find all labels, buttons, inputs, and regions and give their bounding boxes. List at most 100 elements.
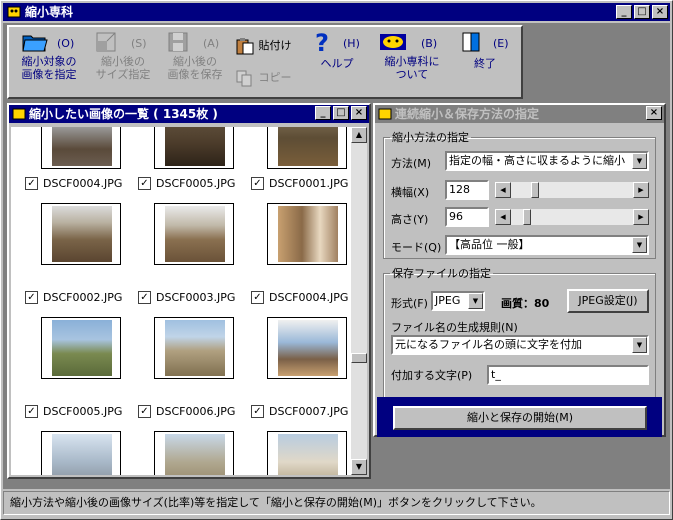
minimize-button[interactable]: _ <box>616 5 632 19</box>
save-label: 縮小後の 画像を保存 <box>167 55 223 81</box>
help-label: ヘルプ <box>320 57 354 70</box>
open-key: (O) <box>57 37 75 50</box>
settings-window: 連続縮小＆保存方法の指定 × 縮小方法の指定 方法(M) 指定の幅・高さに収まる… <box>373 103 666 437</box>
dropdown-arrow-icon[interactable]: ▼ <box>632 153 647 169</box>
dropdown-arrow-icon[interactable]: ▼ <box>632 337 647 353</box>
select-checkbox[interactable]: ✓ <box>251 405 264 418</box>
list-close-button[interactable]: × <box>351 106 367 120</box>
mode-select[interactable]: 【高品位 一般】 ▼ <box>445 235 649 255</box>
thumbnail-caption: DSCF0006.JPG <box>156 405 236 418</box>
about-button[interactable]: (B) 縮小専科に ついて <box>379 31 445 81</box>
append-text-input[interactable]: t_ <box>487 365 649 385</box>
thumbnail[interactable] <box>154 203 234 265</box>
open-images-button[interactable]: (O) 縮小対象の 画像を指定 <box>17 31 81 81</box>
thumbnail[interactable] <box>41 203 121 265</box>
help-key: (H) <box>343 37 360 50</box>
thumbnail-grid: ✓ DSCF0004.JPG ✓ DSCF0005.JPG ✓ DSCF0001… <box>11 127 354 475</box>
image-list-window: 縮小したい画像の一覧 ( 1345枚 ) _ □ × ✓ DSCF0004.JP… <box>7 103 371 479</box>
thumbnail[interactable] <box>154 127 234 169</box>
height-slider-thumb[interactable] <box>523 209 531 225</box>
slider-right-arrow-icon[interactable]: ▶ <box>633 182 649 198</box>
thumbnail[interactable] <box>267 431 347 475</box>
image-list-title: 縮小したい画像の一覧 ( 1345枚 ) <box>29 107 218 121</box>
app-window: 縮小専科 _ □ × (O) 縮小対象の 画像を指定 (S) 縮小後の サイズ指… <box>0 0 673 520</box>
thumbnail-caption: DSCF0005.JPG <box>156 177 236 190</box>
select-checkbox[interactable]: ✓ <box>138 291 151 304</box>
list-maximize-button[interactable]: □ <box>333 106 349 120</box>
mode-value: 【高品位 一般】 <box>449 238 530 251</box>
jpeg-settings-button[interactable]: JPEG設定(J) <box>567 289 649 313</box>
thumbnail[interactable] <box>41 431 121 475</box>
list-minimize-button[interactable]: _ <box>315 106 331 120</box>
slider-right-arrow-icon[interactable]: ▶ <box>633 209 649 225</box>
method-value: 指定の幅・高さに収まるように縮小 <box>449 154 625 167</box>
width-slider-thumb[interactable] <box>531 182 539 198</box>
dropdown-arrow-icon[interactable]: ▼ <box>468 293 483 309</box>
maximize-button[interactable]: □ <box>634 5 650 19</box>
size-spec-button[interactable]: (S) 縮小後の サイズ指定 <box>91 31 155 81</box>
close-button[interactable]: × <box>652 5 668 19</box>
thumbnail-caption: DSCF0001.JPG <box>269 177 349 190</box>
paste-icon <box>236 38 254 55</box>
height-input[interactable]: 96 <box>445 207 489 227</box>
open-folder-icon <box>22 35 48 52</box>
quality-text: 画質：80 <box>501 297 550 310</box>
thumbnail[interactable] <box>267 127 347 169</box>
save-images-button[interactable]: (A) 縮小後の 画像を保存 <box>163 31 227 81</box>
mode-label: モード(Q) <box>391 241 442 254</box>
thumbnail-caption: DSCF0004.JPG <box>269 291 349 304</box>
thumbnail[interactable] <box>154 431 234 475</box>
select-checkbox[interactable]: ✓ <box>25 291 38 304</box>
dropdown-arrow-icon[interactable]: ▼ <box>632 237 647 253</box>
about-icon <box>380 34 406 50</box>
thumbnail[interactable] <box>267 203 347 265</box>
thumbnail-caption: DSCF0002.JPG <box>43 291 123 304</box>
thumbnail-caption: DSCF0003.JPG <box>156 291 236 304</box>
help-button[interactable]: ? (H) ヘルプ <box>305 31 369 70</box>
settings-titlebar: 連続縮小＆保存方法の指定 × <box>375 105 664 123</box>
scroll-thumb[interactable] <box>351 353 367 363</box>
scroll-down-arrow-icon[interactable]: ▼ <box>351 459 367 475</box>
format-label: 形式(F) <box>391 297 428 310</box>
paste-label: 貼付け <box>258 39 292 52</box>
copy-button[interactable]: コピー <box>235 69 299 87</box>
scroll-up-arrow-icon[interactable]: ▲ <box>351 127 367 143</box>
exit-button[interactable]: (E) 終了 <box>453 31 517 70</box>
width-label: 横幅(X) <box>391 186 430 199</box>
settings-close-button[interactable]: × <box>646 106 662 120</box>
list-window-icon <box>12 108 26 120</box>
select-checkbox[interactable]: ✓ <box>25 405 38 418</box>
width-slider[interactable]: ◀ ▶ <box>495 182 649 198</box>
start-shrink-save-button[interactable]: 縮小と保存の開始(M) <box>393 406 647 430</box>
open-label: 縮小対象の 画像を指定 <box>21 55 77 81</box>
filename-rule-value: 元になるファイル名の頭に文字を付加 <box>395 338 582 351</box>
width-input[interactable]: 128 <box>445 180 489 200</box>
paste-button[interactable]: 貼付け <box>235 37 299 55</box>
height-slider[interactable]: ◀ ▶ <box>495 209 649 225</box>
slider-left-arrow-icon[interactable]: ◀ <box>495 209 511 225</box>
select-checkbox[interactable]: ✓ <box>138 177 151 190</box>
method-select[interactable]: 指定の幅・高さに収まるように縮小 ▼ <box>445 151 649 171</box>
thumbnail[interactable] <box>41 317 121 379</box>
select-checkbox[interactable]: ✓ <box>251 291 264 304</box>
select-checkbox[interactable]: ✓ <box>251 177 264 190</box>
select-checkbox[interactable]: ✓ <box>138 405 151 418</box>
save-disk-icon <box>168 32 188 52</box>
about-label: 縮小専科に ついて <box>384 55 440 81</box>
thumbnail[interactable] <box>267 317 347 379</box>
slider-left-arrow-icon[interactable]: ◀ <box>495 182 511 198</box>
filename-rule-select[interactable]: 元になるファイル名の頭に文字を付加 ▼ <box>391 335 649 355</box>
settings-window-icon <box>378 108 392 120</box>
format-select[interactable]: JPEG ▼ <box>431 291 485 311</box>
exit-key: (E) <box>493 37 509 50</box>
app-titlebar: 縮小専科 _ □ × <box>3 3 670 21</box>
list-scrollbar[interactable]: ▲ ▼ <box>351 127 367 475</box>
thumbnail[interactable] <box>154 317 234 379</box>
status-bar: 縮小方法や縮小後の画像サイズ(比率)等を指定して「縮小と保存の開始(M)」ボタン… <box>3 491 670 515</box>
workspace: (O) 縮小対象の 画像を指定 (S) 縮小後の サイズ指定 (A) 縮小後の … <box>3 23 670 489</box>
thumbnail[interactable] <box>41 127 121 169</box>
save-key: (A) <box>203 37 220 50</box>
size-label: 縮小後の サイズ指定 <box>95 55 151 81</box>
select-checkbox[interactable]: ✓ <box>25 177 38 190</box>
shrink-method-legend: 縮小方法の指定 <box>392 131 469 144</box>
